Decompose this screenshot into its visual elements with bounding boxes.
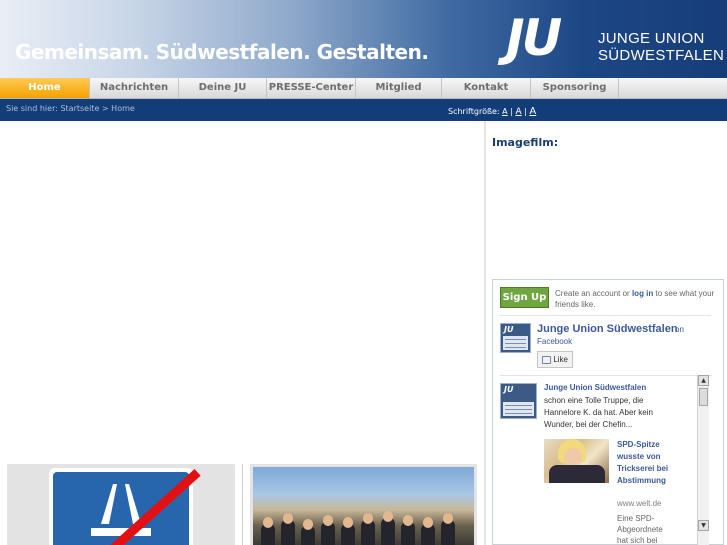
post-author-avatar[interactable]: JU xyxy=(500,383,537,419)
divider xyxy=(500,315,711,316)
nav-item-home[interactable]: Home xyxy=(0,78,90,98)
nav-item-nachrichten[interactable]: Nachrichten xyxy=(90,78,179,98)
facebook-page-name[interactable]: Junge Union Südwestfalen xyxy=(537,323,678,335)
ju-logo[interactable]: JU xyxy=(506,10,562,66)
promo-divider xyxy=(242,464,243,545)
nav-item-kontakt[interactable]: Kontakt xyxy=(442,78,531,98)
ju-logo-icon: JU xyxy=(504,325,514,334)
org-name-line1: JUNGE UNION xyxy=(598,30,705,47)
breadcrumb-link-startseite[interactable]: Startseite xyxy=(60,104,99,113)
page-avatar[interactable]: JU xyxy=(500,323,531,353)
facebook-like-box: Sign Up Create an account or log in to s… xyxy=(492,279,724,545)
font-size-separator: | xyxy=(510,107,513,116)
font-size-large[interactable]: A xyxy=(529,106,536,117)
nav-item-mitglied-werden[interactable]: Mitglied werden xyxy=(356,78,442,113)
nav-item-deine-ju[interactable]: Deine JU xyxy=(179,78,267,98)
scroll-up-arrow-icon[interactable]: ▲ xyxy=(698,375,709,386)
nav-item-presse-center[interactable]: PRESSE-Center xyxy=(267,78,356,98)
ju-logo-icon: JU xyxy=(504,385,514,394)
post-text: schon eine Tolle Truppe, die Hannelore K… xyxy=(544,396,653,429)
font-size-label: Schriftgröße: xyxy=(448,107,500,116)
promo-image-group-photo[interactable] xyxy=(250,464,477,545)
stream-scrollbar[interactable]: ▲ ▼ xyxy=(697,375,709,545)
breadcrumb-current: Home xyxy=(111,104,135,113)
header-slogan: Gemeinsam. Südwestfalen. Gestalten. xyxy=(15,40,429,64)
thumbs-up-icon xyxy=(542,356,551,364)
facebook-link[interactable]: Facebook xyxy=(537,337,572,346)
facebook-signup-button[interactable]: Sign Up xyxy=(500,287,549,308)
scrollbar-thumb[interactable] xyxy=(699,388,708,406)
facebook-login-link[interactable]: log in xyxy=(632,289,653,298)
create-account-prefix: Create an account or xyxy=(555,289,630,298)
org-name-line2: SÜDWESTFALEN xyxy=(598,47,725,64)
promo-image-autobahn[interactable] xyxy=(7,464,235,545)
facebook-like-button[interactable]: Like xyxy=(537,351,573,368)
main-navigation: Home Nachrichten Deine JU PRESSE-Center … xyxy=(0,78,727,113)
scroll-down-arrow-icon[interactable]: ▼ xyxy=(698,520,709,531)
post-author-name[interactable]: Junge Union Südwestfalen xyxy=(544,383,646,392)
facebook-create-account-text: Create an account or log in to see what … xyxy=(555,288,721,310)
facebook-on-label: on xyxy=(675,325,684,334)
breadcrumb-separator: > xyxy=(101,104,109,113)
font-size-switcher: Schriftgröße: A | A | A xyxy=(448,106,536,117)
nav-item-sponsoring[interactable]: Sponsoring xyxy=(531,78,619,98)
font-size-medium[interactable]: A xyxy=(515,107,521,117)
autobahn-sign-icon xyxy=(49,468,201,545)
breadcrumb-prefix: Sie sind hier: xyxy=(6,104,58,113)
facebook-stream: JU Junge Union Südwestfalen schon eine T… xyxy=(500,375,712,545)
post-link-source: www.welt.de xyxy=(617,499,662,508)
group-photo xyxy=(253,467,474,545)
imagefilm-heading: Imagefilm: xyxy=(492,136,559,149)
post-link-excerpt: Eine SPD-Abgeordnete hat sich bei xyxy=(617,514,663,545)
post-link-image[interactable] xyxy=(544,439,609,483)
like-label: Like xyxy=(553,355,568,364)
breadcrumb: Sie sind hier: Startseite > Home xyxy=(6,104,135,113)
font-size-separator: | xyxy=(524,107,527,116)
font-size-small[interactable]: A xyxy=(502,107,507,116)
site-header: Gemeinsam. Südwestfalen. Gestalten. JU J… xyxy=(0,0,727,78)
breadcrumb-bar: Sie sind hier: Startseite > Home Schrift… xyxy=(0,99,727,121)
post-link-title[interactable]: SPD-Spitze wusste von Trickserei bei Abs… xyxy=(617,439,679,487)
